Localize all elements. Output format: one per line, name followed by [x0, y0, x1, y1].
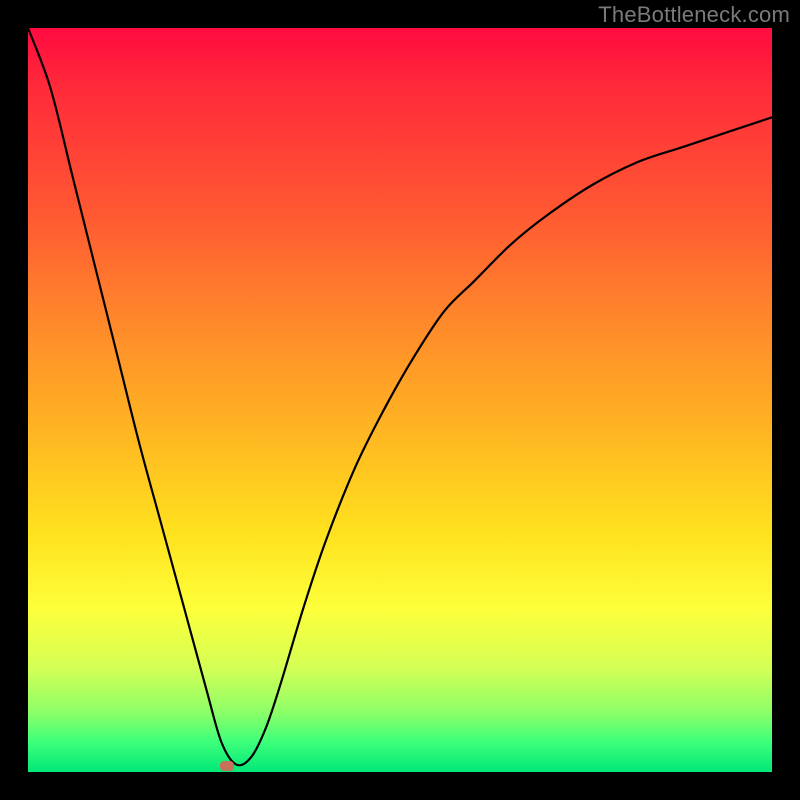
curve-path	[28, 28, 772, 765]
optimal-point-marker	[220, 761, 234, 771]
chart-frame: TheBottleneck.com	[0, 0, 800, 800]
bottleneck-curve	[28, 28, 772, 772]
watermark-text: TheBottleneck.com	[598, 2, 790, 28]
plot-area	[28, 28, 772, 772]
